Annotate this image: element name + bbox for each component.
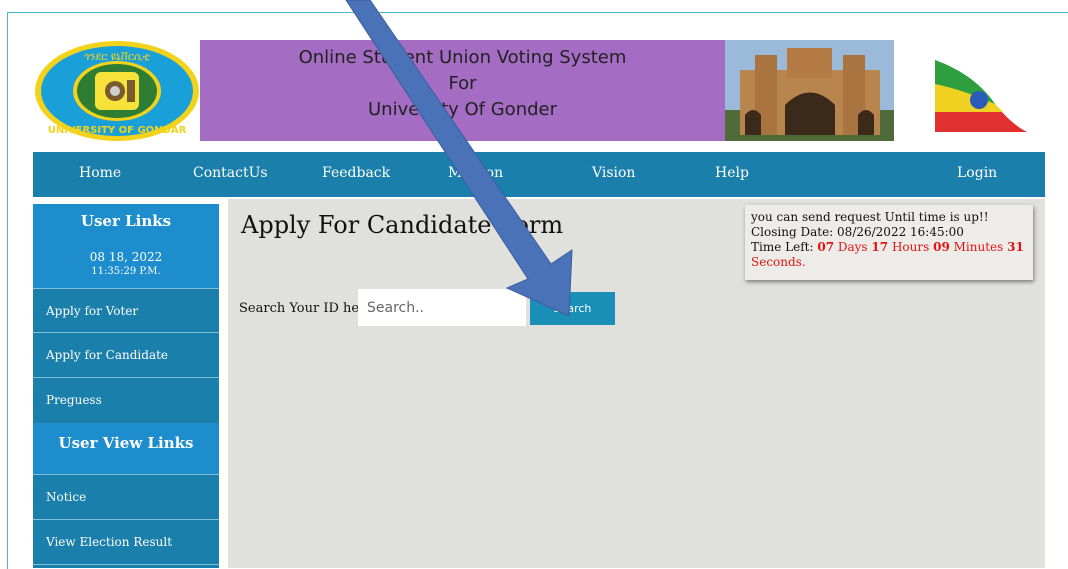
days-value: 07 [817,240,835,254]
header: ጎንደር ዩኒቨርሲቲ UNIVERSITY OF GONDAR Online … [33,40,1045,144]
nav-help[interactable]: Help [715,165,749,181]
closing-date-label: Closing Date: [751,225,834,239]
sidebar-preguess[interactable]: Preguess [33,378,219,423]
main-nav: Home ContactUs Feedback Mission Vision H… [33,152,1045,197]
nav-mission[interactable]: Mission [448,165,503,181]
nav-vision[interactable]: Vision [592,165,635,181]
minutes-value: 09 [933,240,950,254]
user-view-links-title: User View Links [33,423,219,475]
hours-value: 17 [871,240,889,254]
deadline-notice: you can send request Until time is up!! … [745,205,1033,280]
sidebar-date: 08 18, 2022 [89,250,163,264]
search-label: Search Your ID here [239,301,374,316]
ethiopia-flag-icon [935,60,1027,132]
time-left-label: Time Left: [751,240,814,254]
seconds-value: 31 [1007,240,1024,254]
minutes-label: Minutes [953,240,1004,254]
closing-date-value: 08/26/2022 16:45:00 [837,225,964,239]
site-banner: Online Student Union Voting System For U… [200,40,725,141]
university-logo: ጎንደር ዩኒቨርሲቲ UNIVERSITY OF GONDAR [35,41,199,141]
hours-label: Hours [891,240,930,254]
sidebar: User Links 08 18, 2022 11:35:29 P.M. App… [33,204,219,568]
svg-text:ጎንደር ዩኒቨርሲቲ: ጎንደር ዩኒቨርሲቲ [84,50,151,63]
nav-home[interactable]: Home [79,165,121,181]
sidebar-apply-voter[interactable]: Apply for Voter [33,288,219,333]
seconds-label: Seconds. [751,255,806,269]
time-left-line: Time Left: 07 Days 17 Hours 09 Minutes 3… [751,240,1027,270]
sidebar-time: 11:35:29 P.M. [91,266,161,277]
days-label: Days [837,240,868,254]
nav-feedback[interactable]: Feedback [322,165,390,181]
banner-line-2: For [448,73,477,94]
sidebar-clock: 08 18, 2022 11:35:29 P.M. [33,242,219,288]
svg-text:UNIVERSITY OF GONDAR: UNIVERSITY OF GONDAR [48,125,187,136]
sidebar-notice[interactable]: Notice [33,475,219,520]
closing-date-line: Closing Date: 08/26/2022 16:45:00 [751,225,1027,240]
banner-line-3: University Of Gonder [367,99,558,120]
page-title: Apply For Candidate Form [241,211,564,239]
sidebar-election-result[interactable]: View Election Result [33,520,219,565]
notice-message: you can send request Until time is up!! [751,210,989,224]
user-links-title: User Links [33,204,219,242]
campus-gate-photo [725,40,894,141]
sidebar-apply-candidate[interactable]: Apply for Candidate [33,333,219,378]
search-input[interactable] [358,289,526,326]
nav-contact[interactable]: ContactUs [193,165,268,181]
nav-login[interactable]: Login [957,165,997,181]
search-button[interactable]: Search [530,292,615,325]
banner-line-1: Online Student Union Voting System [298,47,627,68]
